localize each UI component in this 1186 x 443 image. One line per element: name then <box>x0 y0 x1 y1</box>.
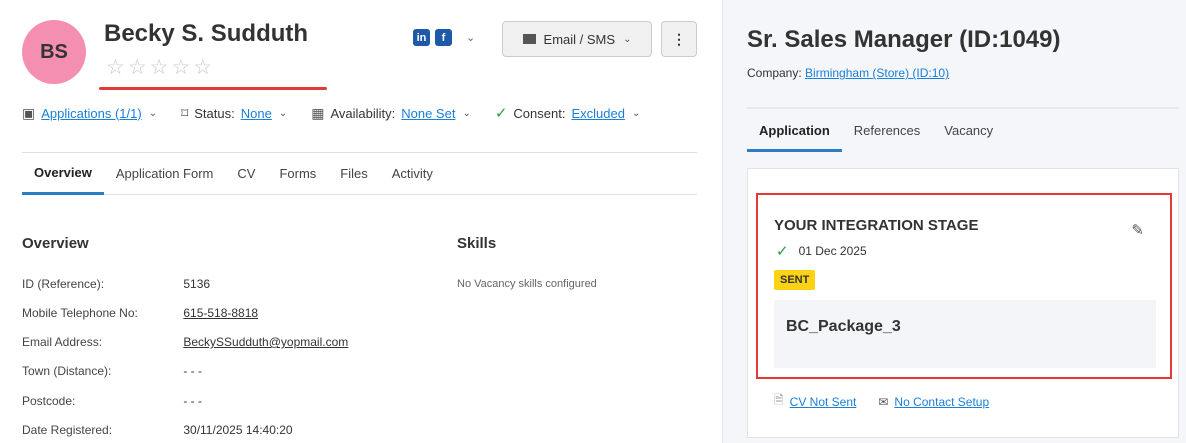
consent-label: Consent: <box>513 105 566 121</box>
company-link[interactable]: Birmingham (Store) (ID:10) <box>805 66 949 80</box>
star-icon[interactable]: ☆ <box>128 56 147 80</box>
document-icon: 🗎 <box>774 393 784 407</box>
detail-label: Mobile Telephone No: <box>22 306 138 320</box>
availability-label: Availability: <box>330 105 396 121</box>
job-panel: Sr. Sales Manager (ID:1049) Company: Bir… <box>722 0 1186 443</box>
package-name: BC_Package_3 <box>786 318 901 335</box>
consent-dropdown[interactable]: ✓ Consent: Excluded ⌄ <box>495 104 641 122</box>
detail-row: Mobile Telephone No: 615-518-8818 <box>22 306 258 320</box>
detail-value: 30/11/2025 14:40:20 <box>183 423 293 437</box>
tab-application[interactable]: Application <box>747 112 842 152</box>
detail-label: Email Address: <box>22 335 103 349</box>
check-icon: ✓ <box>776 243 789 260</box>
status-badge: SENT <box>774 270 816 290</box>
email-sms-button[interactable]: Email / SMS ⌄ <box>502 21 652 57</box>
detail-row: Date Registered: 30/11/2025 14:40:20 <box>22 423 293 437</box>
package-box: BC_Package_3 <box>774 300 1156 368</box>
availability-dropdown[interactable]: ▦ Availability: None Set ⌄ <box>311 105 471 122</box>
phone-link[interactable]: 615-518-8818 <box>183 306 258 320</box>
candidate-tabs: Overview Application Form CV Forms Files… <box>22 152 697 195</box>
tab-references[interactable]: References <box>842 112 932 149</box>
highlight-underline <box>99 87 327 90</box>
edit-icon[interactable]: ✎ <box>1131 221 1144 239</box>
tab-vacancy[interactable]: Vacancy <box>932 112 1005 149</box>
overview-heading: Overview <box>22 235 89 252</box>
detail-value: - - - <box>183 364 202 378</box>
chevron-down-icon: ⌄ <box>278 107 288 119</box>
no-contact-setup-link[interactable]: No Contact Setup <box>894 395 989 409</box>
chevron-down-icon: ⌄ <box>631 107 641 119</box>
check-icon: ✓ <box>494 105 508 122</box>
detail-label: Date Registered: <box>22 423 113 437</box>
tab-files[interactable]: Files <box>328 153 379 194</box>
clipboard-icon: ▣ <box>22 104 36 121</box>
star-icon[interactable]: ☆ <box>171 56 190 80</box>
star-icon[interactable]: ☆ <box>150 56 169 80</box>
chevron-down-icon: ⌄ <box>462 107 471 119</box>
integration-stage-box: YOUR INTEGRATION STAGE ✎ ✓ 01 Dec 2025 S… <box>756 193 1172 379</box>
applications-link[interactable]: Applications (1/1) <box>41 106 141 121</box>
detail-label: ID (Reference): <box>22 277 105 291</box>
stage-date-text: 01 Dec 2025 <box>798 244 867 258</box>
envelope-icon: ✉ <box>878 394 889 409</box>
avatar: BS <box>22 20 86 84</box>
detail-label: Town (Distance): <box>22 364 112 378</box>
bookmark-icon: ⌑ <box>181 104 189 121</box>
job-tabs: Application References Vacancy <box>747 112 1005 152</box>
email-sms-label: Email / SMS <box>543 31 616 47</box>
skills-heading: Skills <box>457 235 497 252</box>
chevron-down-icon[interactable]: ⌄ <box>466 31 475 44</box>
consent-value[interactable]: Excluded <box>571 106 624 121</box>
card-actions: 🗎 CV Not Sent ✉ No Contact Setup <box>774 391 989 412</box>
divider <box>747 107 1179 109</box>
chevron-down-icon: ⌄ <box>623 33 632 45</box>
tab-activity[interactable]: Activity <box>380 153 445 194</box>
detail-value: 5136 <box>183 277 211 291</box>
star-icon[interactable]: ☆ <box>106 56 125 80</box>
detail-row: Email Address: BeckySSudduth@yopmail.com <box>22 335 348 349</box>
detail-row: Town (Distance): - - - <box>22 364 202 378</box>
stage-title: YOUR INTEGRATION STAGE <box>774 217 979 234</box>
availability-value[interactable]: None Set <box>401 106 455 121</box>
company-label: Company: <box>747 66 802 80</box>
detail-value: - - - <box>183 394 202 408</box>
status-label: Status: <box>194 105 235 121</box>
application-card: YOUR INTEGRATION STAGE ✎ ✓ 01 Dec 2025 S… <box>747 168 1179 438</box>
company-line: Company: Birmingham (Store) (ID:10) <box>747 66 949 80</box>
star-rating[interactable]: ☆ ☆ ☆ ☆ ☆ <box>106 56 212 80</box>
job-title: Sr. Sales Manager (ID:1049) <box>747 26 1061 53</box>
tab-overview[interactable]: Overview <box>22 153 104 195</box>
social-links: in f ⌄ <box>413 29 475 46</box>
stage-date: ✓ 01 Dec 2025 <box>776 242 867 260</box>
detail-label: Postcode: <box>22 394 76 408</box>
calendar-icon: ▦ <box>311 104 325 121</box>
skills-empty-text: No Vacancy skills configured <box>457 278 597 290</box>
star-icon[interactable]: ☆ <box>193 56 212 80</box>
candidate-meta-bar: ▣ Applications (1/1) ⌄ ⌑ Status: None ⌄ … <box>22 104 664 123</box>
tab-cv[interactable]: CV <box>225 153 267 194</box>
candidate-name: Becky S. Sudduth <box>104 20 309 47</box>
chevron-down-icon: ⌄ <box>148 107 158 119</box>
tab-application-form[interactable]: Application Form <box>104 153 226 194</box>
more-options-button[interactable]: ⋮ <box>661 21 697 57</box>
facebook-icon[interactable]: f <box>435 29 452 46</box>
detail-row: Postcode: - - - <box>22 394 202 408</box>
status-dropdown[interactable]: ⌑ Status: None ⌄ <box>181 105 287 122</box>
detail-row: ID (Reference): 5136 <box>22 277 210 291</box>
tab-forms[interactable]: Forms <box>267 153 328 194</box>
envelope-icon <box>522 34 536 44</box>
email-link[interactable]: BeckySSudduth@yopmail.com <box>183 335 348 349</box>
cv-not-sent-link[interactable]: CV Not Sent <box>790 395 857 409</box>
status-value[interactable]: None <box>241 106 272 121</box>
candidate-panel: BS Becky S. Sudduth ☆ ☆ ☆ ☆ ☆ in f ⌄ Ema… <box>0 0 720 443</box>
linkedin-icon[interactable]: in <box>413 29 430 46</box>
applications-dropdown[interactable]: ▣ Applications (1/1) ⌄ <box>22 105 157 122</box>
